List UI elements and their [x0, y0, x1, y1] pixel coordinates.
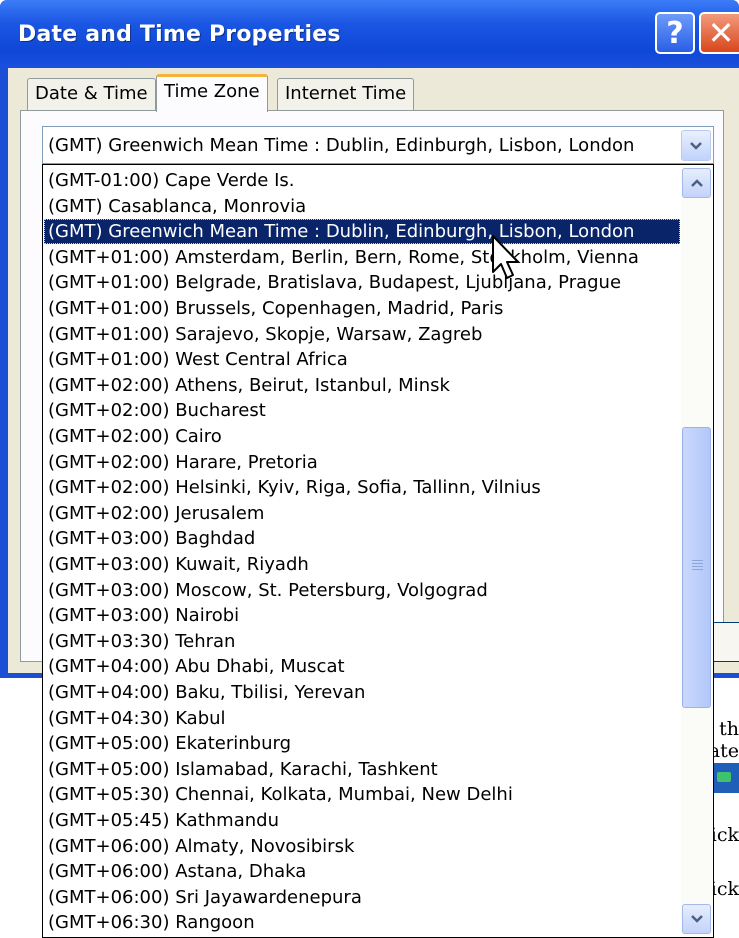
time-zone-dropdown-list[interactable]: (GMT-01:00) Cape Verde Is. (GMT) Casablan… [42, 164, 714, 938]
window-title: Date and Time Properties [18, 22, 341, 47]
time-zone-option[interactable]: (GMT+03:30) Tehran [44, 629, 680, 654]
close-button[interactable]: ✕ [699, 12, 739, 54]
chevron-down-icon [690, 141, 702, 150]
time-zone-option[interactable]: (GMT+01:00) Amsterdam, Berlin, Bern, Rom… [44, 245, 680, 270]
time-zone-select[interactable]: (GMT) Greenwich Mean Time : Dublin, Edin… [42, 126, 714, 164]
time-zone-option[interactable]: (GMT+06:30) Rangoon [44, 910, 680, 935]
time-zone-option[interactable]: (GMT+03:00) Kuwait, Riyadh [44, 552, 680, 577]
time-zone-option[interactable]: (GMT+01:00) West Central Africa [44, 347, 680, 372]
grip-line [692, 563, 703, 564]
time-zone-option[interactable]: (GMT+02:00) Helsinki, Kyiv, Riga, Sofia,… [44, 475, 680, 500]
time-zone-option[interactable]: (GMT+01:00) Belgrade, Bratislava, Budape… [44, 270, 680, 295]
close-icon: ✕ [707, 14, 735, 52]
grip-line [692, 560, 703, 561]
time-zone-option[interactable]: (GMT+06:00) Sri Jayawardenepura [44, 885, 680, 910]
time-zone-option[interactable]: (GMT+03:00) Baghdad [44, 526, 680, 551]
scrollbar-thumb[interactable] [682, 427, 711, 708]
time-zone-option[interactable]: (GMT+04:00) Abu Dhabi, Muscat [44, 654, 680, 679]
time-zone-option[interactable]: (GMT+02:00) Cairo [44, 424, 680, 449]
time-zone-option[interactable]: (GMT+04:30) Kabul [44, 706, 680, 731]
time-zone-option[interactable]: (GMT+05:00) Islamabad, Karachi, Tashkent [44, 757, 680, 782]
tab-date-time[interactable]: Date & Time [27, 78, 156, 110]
tab-label: Date & Time [35, 83, 148, 104]
tab-time-zone[interactable]: Time Zone [156, 74, 268, 112]
time-zone-option[interactable]: (GMT+01:00) Sarajevo, Skopje, Warsaw, Za… [44, 322, 680, 347]
time-zone-option[interactable]: (GMT+02:00) Athens, Beirut, Istanbul, Mi… [44, 373, 680, 398]
time-zone-option[interactable]: (GMT+04:00) Baku, Tbilisi, Yerevan [44, 680, 680, 705]
time-zone-option[interactable]: (GMT-01:00) Cape Verde Is. [44, 168, 680, 193]
time-zone-option[interactable]: (GMT+05:45) Kathmandu [44, 808, 680, 833]
time-zone-option[interactable]: (GMT+06:00) Almaty, Novosibirsk [44, 834, 680, 859]
time-zone-option[interactable]: (GMT+01:00) Brussels, Copenhagen, Madrid… [44, 296, 680, 321]
time-zone-option[interactable]: (GMT+03:00) Nairobi [44, 603, 680, 628]
time-zone-option[interactable]: (GMT+05:00) Ekaterinburg [44, 731, 680, 756]
chevron-up-icon [690, 179, 703, 187]
tab-internet-time[interactable]: Internet Time [277, 78, 415, 110]
help-button[interactable]: ? [655, 12, 695, 54]
time-zone-option[interactable]: (GMT+02:00) Bucharest [44, 398, 680, 423]
time-zone-option-selected[interactable]: (GMT) Greenwich Mean Time : Dublin, Edin… [44, 219, 680, 245]
time-zone-option[interactable]: (GMT+02:00) Jerusalem [44, 501, 680, 526]
scroll-down-button[interactable] [682, 904, 711, 934]
time-zone-option[interactable]: (GMT) Casablanca, Monrovia [44, 194, 680, 219]
background-image-fragment [712, 763, 739, 793]
grip-line [692, 569, 703, 570]
chevron-down-icon [690, 915, 703, 923]
dropdown-button[interactable] [681, 130, 711, 161]
time-zone-option[interactable]: (GMT+02:00) Harare, Pretoria [44, 450, 680, 475]
partially-hidden-button[interactable] [712, 622, 739, 662]
tab-label: Time Zone [164, 81, 260, 102]
time-zone-option[interactable]: (GMT+05:30) Chennai, Kolkata, Mumbai, Ne… [44, 782, 680, 807]
grip-line [692, 566, 703, 567]
scroll-up-button[interactable] [682, 168, 711, 198]
mouse-pointer-icon [492, 235, 519, 279]
time-zone-select-value: (GMT) Greenwich Mean Time : Dublin, Edin… [48, 135, 635, 156]
vertical-scrollbar[interactable] [681, 166, 712, 936]
tab-label: Internet Time [285, 83, 407, 104]
time-zone-option[interactable]: (GMT+06:00) Astana, Dhaka [44, 859, 680, 884]
time-zone-option[interactable]: (GMT+03:00) Moscow, St. Petersburg, Volg… [44, 578, 680, 603]
title-bar[interactable]: Date and Time Properties ? ✕ [0, 0, 739, 68]
question-mark-icon: ? [666, 15, 684, 51]
